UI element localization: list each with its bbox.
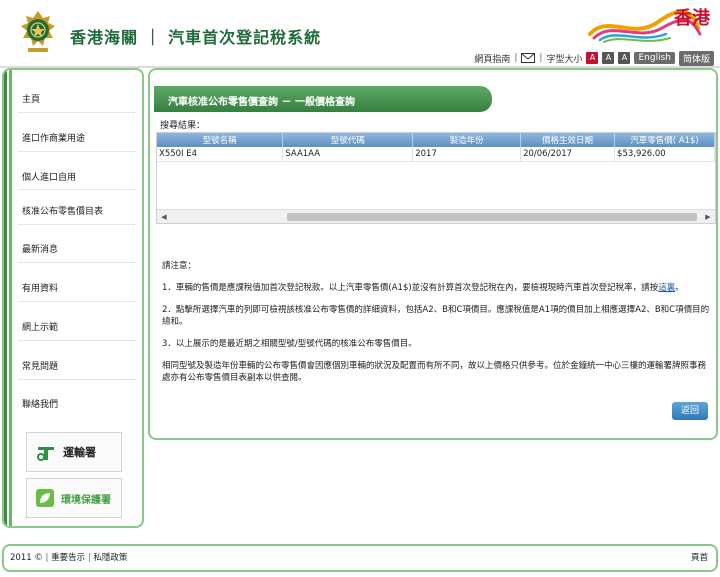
- divider: [18, 262, 136, 263]
- simplified-chinese-button[interactable]: 简体版: [678, 50, 714, 66]
- note-1-text: 1．車輛的售價是應課稅值加首次登記稅款。以上汽車零售價(A1$)並沒有計算首次登…: [162, 283, 659, 293]
- font-small-button[interactable]: A: [586, 52, 599, 64]
- table-header-row: 型號名稱 型號代碼 製造年份 價格生效日期 汽車零售價( A1$): [157, 133, 715, 147]
- cell-effective-date: 20/06/2017: [520, 147, 616, 162]
- footer: 2011 © | 重要告示 | 私隱政策 頁首: [2, 544, 718, 572]
- divider: [18, 189, 136, 190]
- transport-department-icon: [37, 447, 54, 461]
- font-medium-button[interactable]: A: [602, 52, 615, 64]
- note-1: 1．車輛的售價是應課稅值加首次登記稅款。以上汽車零售價(A1$)並沒有計算首次登…: [162, 282, 714, 294]
- separator: |: [514, 53, 518, 63]
- sidebar-item-commercial-import[interactable]: 進口作商業用途: [22, 131, 85, 144]
- environmental-protection-icon: [36, 489, 54, 507]
- cell-year: 2017: [412, 147, 522, 162]
- brand-hong-kong-text: 香港: [674, 8, 710, 29]
- main-panel: 汽車核准公布零售價查詢 － 一般價格查詢 搜尋結果： 型號名稱 型號代碼 製造年…: [148, 68, 718, 440]
- divider: [18, 379, 136, 380]
- cell-retail-price: $53,926.00: [614, 147, 715, 162]
- divider: [18, 112, 136, 113]
- divider: [18, 301, 136, 302]
- copyright: 2011 ©: [10, 553, 43, 563]
- note-3: 3．以上展示的是最近期之相關型號/型號代碼的核准公布零售價目。: [162, 339, 417, 349]
- results-label: 搜尋結果：: [160, 121, 206, 131]
- notes-heading: 請注意：: [162, 261, 197, 271]
- page-title: 汽車核准公布零售價查詢 － 一般價格查詢: [168, 97, 355, 108]
- scroll-left-arrow-icon[interactable]: ◀: [159, 212, 169, 222]
- column-header-year[interactable]: 製造年份: [412, 133, 522, 147]
- transport-department-link[interactable]: 運輸署: [26, 432, 122, 472]
- header: 香港海關 ｜ 汽車首次登記稅系統 香港 網頁指南 | | 字型大小 A A A …: [0, 0, 720, 68]
- column-header-retail-price[interactable]: 汽車零售價( A1$): [614, 133, 715, 147]
- sidebar-item-personal-import[interactable]: 個人進口自用: [22, 170, 76, 183]
- privacy-policy-link[interactable]: 私隱政策: [93, 553, 127, 563]
- cell-model-code: SAA1AA: [282, 147, 414, 162]
- sidebar-stripe: [4, 70, 12, 526]
- page-title-bar: 汽車核准公布零售價查詢 － 一般價格查詢: [154, 86, 492, 112]
- sidebar: 主頁 進口作商業用途 個人進口自用 核准公布零售價目表 最新消息 有用資料 網上…: [2, 68, 144, 528]
- font-large-button[interactable]: A: [618, 52, 631, 64]
- sidebar-item-contact-us[interactable]: 聯絡我們: [22, 397, 58, 410]
- transport-department-label: 運輸署: [63, 446, 96, 459]
- scrollbar-thumb[interactable]: [287, 213, 697, 221]
- font-size-label: 字型大小: [546, 54, 583, 65]
- english-button[interactable]: English: [634, 52, 675, 64]
- mail-icon[interactable]: [521, 53, 536, 63]
- column-header-model-code[interactable]: 型號代碼: [282, 133, 414, 147]
- cell-model-name: X550I E4: [157, 147, 284, 162]
- scroll-right-arrow-icon[interactable]: ▶: [703, 212, 713, 222]
- tax-rate-link[interactable]: 這裏: [658, 283, 675, 293]
- utility-bar: 網頁指南 | | 字型大小 A A A English 简体版: [474, 50, 714, 66]
- sitemap-link[interactable]: 網頁指南: [474, 52, 510, 65]
- column-header-model-name[interactable]: 型號名稱: [157, 133, 284, 147]
- note-1-end: 。: [675, 283, 684, 293]
- divider: [18, 224, 136, 225]
- site-title: 香港海關 ｜ 汽車首次登記稅系統: [70, 28, 322, 47]
- sidebar-item-home[interactable]: 主頁: [22, 92, 40, 105]
- separator: |: [539, 53, 543, 63]
- sidebar-item-faq[interactable]: 常見問題: [22, 359, 58, 372]
- divider: [18, 151, 136, 152]
- results-table: 型號名稱 型號代碼 製造年份 價格生效日期 汽車零售價( A1$) X550I …: [157, 133, 715, 162]
- results-table-container: 型號名稱 型號代碼 製造年份 價格生效日期 汽車零售價( A1$) X550I …: [156, 132, 716, 224]
- horizontal-scrollbar[interactable]: ◀ ▶: [157, 209, 715, 223]
- customs-emblem-icon[interactable]: [18, 10, 58, 56]
- divider: [18, 340, 136, 341]
- column-header-effective-date[interactable]: 價格生效日期: [520, 133, 616, 147]
- notes-section: 請注意： 1．車輛的售價是應課稅值加首次登記稅款。以上汽車零售價(A1$)並沒有…: [162, 260, 714, 394]
- footer-links: 2011 © | 重要告示 | 私隱政策: [10, 551, 127, 563]
- environmental-protection-label: 環境保護署: [61, 494, 111, 506]
- sidebar-item-useful-info[interactable]: 有用資料: [22, 281, 58, 294]
- sidebar-item-news[interactable]: 最新消息: [22, 242, 58, 255]
- table-row[interactable]: X550I E4 SAA1AA 2017 20/06/2017 $53,926.…: [157, 147, 715, 162]
- back-button[interactable]: 返回: [672, 402, 708, 420]
- note-2: 2．點擊所選擇汽車的列即可檢視該核准公布零售價的詳細資料，包括A2、B和C項價目…: [162, 305, 710, 327]
- environmental-protection-link[interactable]: 環境保護署: [26, 478, 122, 518]
- important-notice-link[interactable]: 重要告示: [51, 553, 85, 563]
- back-to-top-link[interactable]: 頁首: [691, 551, 708, 563]
- sidebar-item-online-demo[interactable]: 網上示範: [22, 320, 58, 333]
- note-4: 相同型號及製造年份車輛的公布零售價會因應個別車輛的狀況及配置而有所不同，故以上價…: [162, 361, 707, 383]
- sidebar-item-price-list[interactable]: 核准公布零售價目表: [22, 204, 103, 217]
